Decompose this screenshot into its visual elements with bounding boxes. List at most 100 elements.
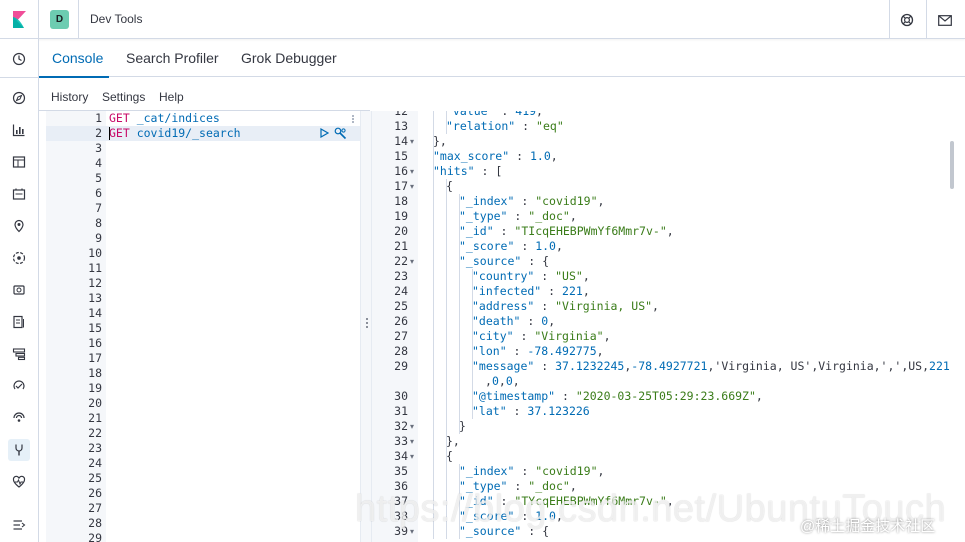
response-line-number: 12 [394,111,408,118]
response-line: "city" : "Virginia", [472,329,611,343]
ml-icon[interactable] [8,247,30,269]
indent-guide [433,374,434,389]
indent-guide [433,111,434,119]
header-divider [889,0,890,39]
response-line: "_score" : 1.0, [459,239,563,253]
response-line: } [459,419,466,433]
mail-icon[interactable] [935,10,955,30]
indent-guide [446,419,447,434]
siem-icon[interactable] [8,407,30,429]
maps-icon[interactable] [8,215,30,237]
fold-toggle-icon[interactable]: ▾ [410,164,414,179]
request-path: covid19/_search [129,126,241,140]
request-line[interactable]: GET _cat/indices [109,111,220,126]
indent-guide [433,434,434,449]
indent-guide [433,284,434,299]
left-nav [0,39,39,542]
history-button[interactable]: History [51,90,88,104]
canvas-icon[interactable] [8,183,30,205]
response-line: "_index" : "covid19", [459,194,605,208]
wrench-icon[interactable] [333,126,347,140]
collapse-icon[interactable] [8,514,30,536]
response-line-number: 35 [394,464,408,478]
response-scrollbar[interactable] [950,141,954,189]
response-line: { [446,449,453,463]
response-line: "value" : 419, [446,111,543,118]
indent-guide [446,269,447,284]
response-line: "_id" : "TIcqEHEBPWmYf6Mmr7v-", [459,224,674,238]
tab-grok-debugger[interactable]: Grok Debugger [241,50,337,66]
response-line-number: 21 [394,239,408,253]
visualize-icon[interactable] [8,119,30,141]
fold-toggle-icon[interactable]: ▾ [410,419,414,434]
response-line: ,0,0, [485,374,520,388]
response-line-number: 15 [394,149,408,163]
response-line-number: 28 [394,344,408,358]
request-line-number: 7 [95,201,102,215]
request-menu-icon[interactable] [352,115,354,123]
help-icon[interactable] [897,10,917,30]
response-line-number: 33 [394,434,408,448]
dashboard-icon[interactable] [8,151,30,173]
request-line-number: 15 [88,321,102,335]
settings-button[interactable]: Settings [102,90,145,104]
watermark-site: @稀土掘金技术社区 [800,518,936,535]
request-line-number: 12 [88,276,102,290]
request-path: _cat/indices [129,111,220,125]
request-line-number: 14 [88,306,102,320]
space-avatar[interactable]: D [50,10,69,29]
indent-guide [446,224,447,239]
request-line-number: 1 [95,111,102,125]
pane-resize-handle[interactable] [360,111,372,542]
request-line-number: 8 [95,216,102,230]
fold-toggle-icon[interactable]: ▾ [410,434,414,449]
compass-icon[interactable] [8,87,30,109]
response-line-number: 13 [394,119,408,133]
response-line: "message" : 37.1232245,-78.4927721,'Virg… [472,359,950,373]
fold-toggle-icon[interactable]: ▾ [410,179,414,194]
indent-guide [446,344,447,359]
response-line-number: 26 [394,314,408,328]
request-line-number: 19 [88,381,102,395]
request-line-number: 28 [88,516,102,530]
response-line: "address" : "Virginia, US", [472,299,659,313]
indent-guide [459,329,460,344]
request-line-number: 26 [88,486,102,500]
uptime-icon[interactable] [8,375,30,397]
help-button[interactable]: Help [159,90,184,104]
response-line-number: 22 [394,254,408,268]
indent-guide [446,314,447,329]
response-line-number: 29 [394,359,408,373]
devtools-icon[interactable] [8,439,30,461]
request-line[interactable]: GET covid19/_search [109,126,241,141]
response-editor[interactable]: 12 "value" : 419, 13 "relation" : "eq" 14 ▾},… [372,111,965,542]
request-editor[interactable]: 1 2 3 4 5 6 7 8 9 10 11 12 13 14 15 16 17 18 19 20 21 22 23 24 2… [46,111,360,542]
clock-icon[interactable] [8,48,30,70]
tab-search-profiler[interactable]: Search Profiler [126,50,219,66]
apm-icon[interactable] [8,343,30,365]
fold-toggle-icon[interactable]: ▾ [410,254,414,269]
fold-toggle-icon[interactable]: ▾ [410,134,414,149]
indent-guide [459,299,460,314]
metrics-icon[interactable] [8,279,30,301]
response-line: "_type" : "_doc", [459,209,577,223]
indent-guide [446,404,447,419]
fold-toggle-icon[interactable]: ▾ [410,449,414,464]
indent-guide [433,119,434,134]
run-request-icon[interactable] [318,127,330,139]
indent-guide [446,389,447,404]
response-line: { [446,179,453,193]
logs-icon[interactable] [8,311,30,333]
indent-guide [459,314,460,329]
kibana-logo-icon[interactable] [0,0,39,39]
response-line-number: 32 [394,419,408,433]
request-line-number: 27 [88,501,102,515]
indent-guide [459,269,460,284]
monitoring-icon[interactable] [8,471,30,493]
response-line-number: 25 [394,299,408,313]
indent-guide [433,209,434,224]
tab-console[interactable]: Console [52,50,103,66]
response-line: "lat" : 37.123226 [472,404,590,418]
request-line-number: 3 [95,141,102,155]
text-cursor [109,127,110,140]
